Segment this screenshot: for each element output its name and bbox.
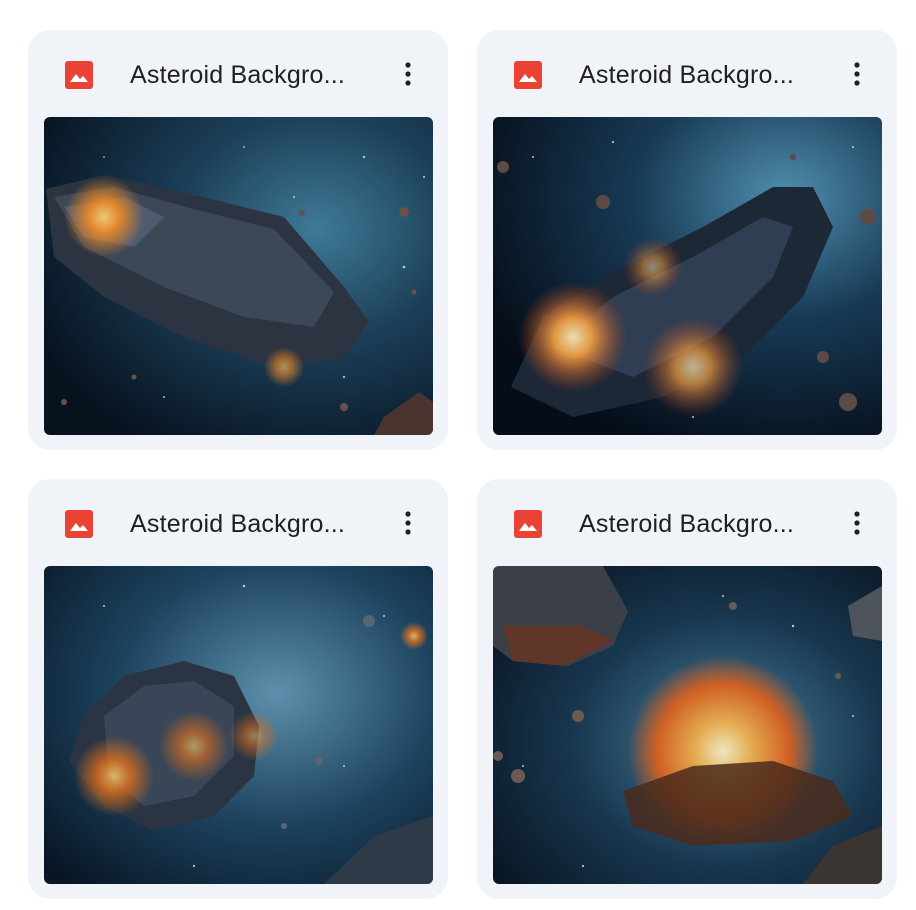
- more-actions-button[interactable]: [837, 54, 877, 94]
- image-file-icon: [514, 510, 542, 538]
- file-title: Asteroid Backgro...: [579, 510, 795, 538]
- more-vert-icon: [854, 62, 860, 86]
- file-card-header: Asteroid Backgro...: [28, 30, 448, 118]
- file-title: Asteroid Backgro...: [130, 510, 346, 538]
- asteroid-image: [493, 117, 882, 435]
- file-card-header: Asteroid Backgro...: [477, 479, 897, 567]
- image-file-icon: [65, 510, 93, 538]
- file-card-header: Asteroid Backgro...: [477, 30, 897, 118]
- more-vert-icon: [405, 511, 411, 535]
- file-grid: Asteroid Backgro... Asteroid Backgro... …: [0, 0, 916, 910]
- more-vert-icon: [405, 62, 411, 86]
- asteroid-image: [44, 117, 433, 435]
- file-thumbnail[interactable]: [493, 117, 882, 435]
- more-vert-icon: [854, 511, 860, 535]
- file-card-header: Asteroid Backgro...: [28, 479, 448, 567]
- file-card[interactable]: Asteroid Backgro...: [28, 30, 448, 450]
- file-card[interactable]: Asteroid Backgro...: [28, 479, 448, 899]
- file-thumbnail[interactable]: [44, 117, 433, 435]
- file-thumbnail[interactable]: [44, 566, 433, 884]
- more-actions-button[interactable]: [388, 54, 428, 94]
- image-file-icon: [65, 61, 93, 89]
- file-card[interactable]: Asteroid Backgro...: [477, 30, 897, 450]
- file-title: Asteroid Backgro...: [130, 61, 346, 89]
- image-file-icon: [514, 61, 542, 89]
- asteroid-image: [493, 566, 882, 884]
- file-thumbnail[interactable]: [493, 566, 882, 884]
- file-title: Asteroid Backgro...: [579, 61, 795, 89]
- file-card[interactable]: Asteroid Backgro...: [477, 479, 897, 899]
- more-actions-button[interactable]: [837, 503, 877, 543]
- asteroid-image: [44, 566, 433, 884]
- more-actions-button[interactable]: [388, 503, 428, 543]
